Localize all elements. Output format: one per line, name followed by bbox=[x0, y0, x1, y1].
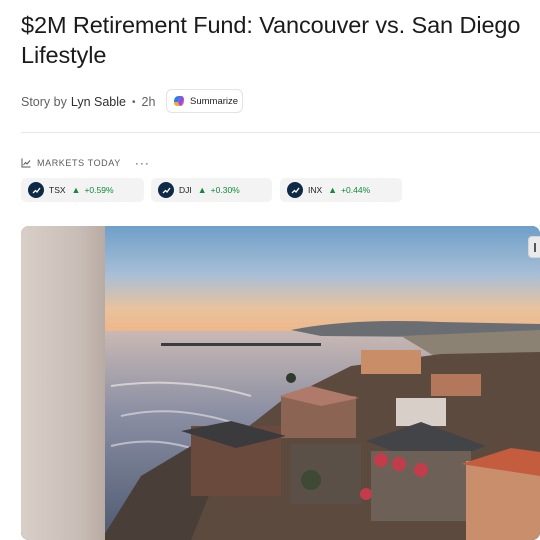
line-chart-icon bbox=[21, 158, 31, 168]
summarize-label: Summarize bbox=[190, 95, 239, 107]
markets-heading: MARKETS TODAY bbox=[37, 158, 121, 168]
chart-badge-icon bbox=[28, 182, 44, 198]
chart-badge-icon bbox=[158, 182, 174, 198]
ticker-tsx[interactable]: TSX ▲ +0.59% bbox=[21, 178, 144, 202]
handle-grip-icon bbox=[534, 243, 536, 252]
copilot-icon bbox=[174, 96, 184, 106]
up-arrow-icon: ▲ bbox=[71, 185, 81, 195]
side-panel-handle[interactable] bbox=[528, 236, 540, 258]
divider bbox=[21, 132, 540, 133]
markets-header: MARKETS TODAY ··· bbox=[21, 156, 150, 170]
ticker-change: +0.30% bbox=[210, 185, 240, 195]
article-title: $2M Retirement Fund: Vancouver vs. San D… bbox=[21, 12, 521, 68]
ticker-dji[interactable]: DJI ▲ +0.30% bbox=[151, 178, 272, 202]
author-link[interactable]: Lyn Sable bbox=[71, 95, 126, 109]
hero-image[interactable] bbox=[21, 226, 540, 540]
ticker-change: +0.44% bbox=[341, 185, 371, 195]
summarize-button[interactable]: Summarize bbox=[166, 89, 243, 113]
ticker-inx[interactable]: INX ▲ +0.44% bbox=[280, 178, 402, 202]
chart-badge-icon bbox=[287, 182, 303, 198]
byline-separator: • bbox=[132, 96, 136, 108]
up-arrow-icon: ▲ bbox=[328, 185, 338, 195]
story-by-prefix: Story by bbox=[21, 95, 67, 109]
ticker-change: +0.59% bbox=[84, 185, 114, 195]
ticker-symbol: TSX bbox=[49, 185, 66, 195]
publish-age: 2h bbox=[141, 95, 156, 109]
up-arrow-icon: ▲ bbox=[197, 185, 207, 195]
markets-more-button[interactable]: ··· bbox=[135, 157, 150, 169]
ticker-symbol: DJI bbox=[179, 185, 192, 195]
ticker-symbol: INX bbox=[308, 185, 323, 195]
byline: Story by Lyn Sable • 2h bbox=[21, 89, 155, 115]
coastal-town-photo bbox=[21, 226, 540, 540]
